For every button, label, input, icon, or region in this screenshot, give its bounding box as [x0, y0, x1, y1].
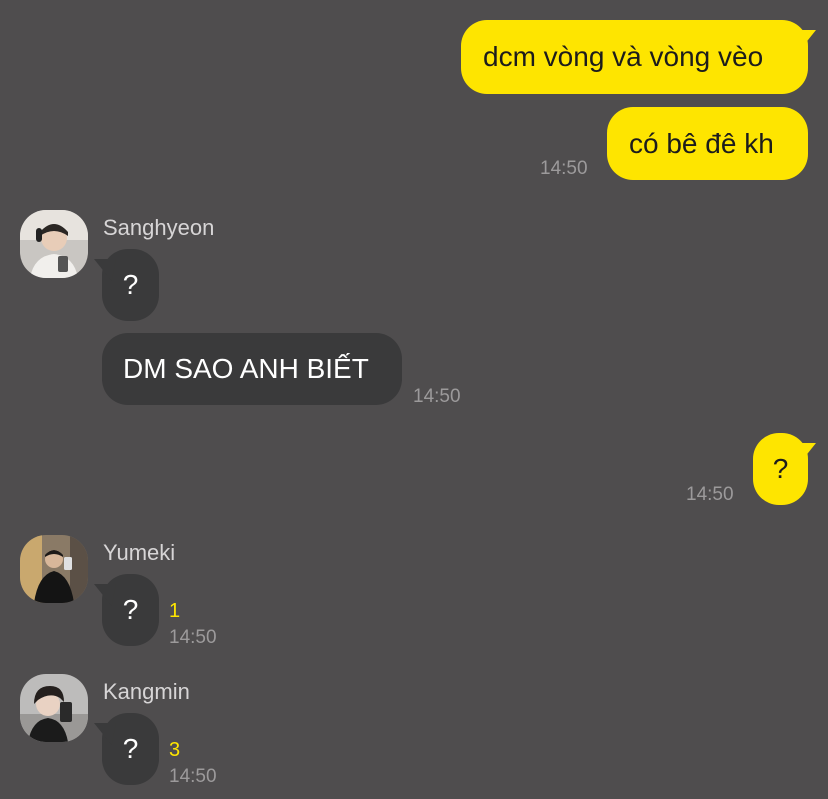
- sanghyeon-avatar[interactable]: [20, 210, 88, 278]
- message-text: ?: [122, 594, 139, 625]
- sender-name: Yumeki: [103, 540, 176, 565]
- message-timestamp: 14:50: [169, 627, 217, 648]
- message-timestamp: 14:50: [540, 158, 588, 179]
- message-text: có bê đê kh: [629, 127, 774, 159]
- unread-count: 1: [169, 600, 181, 622]
- message-text: ?: [772, 453, 789, 484]
- chat-thread[interactable]: dcm vòng và vòng vèo có bê đê kh 14:50 S…: [0, 0, 828, 799]
- message-text: dcm vòng và vòng vèo: [483, 41, 764, 72]
- incoming-message[interactable]: ?: [102, 249, 159, 321]
- sender-name: Sanghyeon: [103, 215, 215, 240]
- sender-name: Kangmin: [103, 679, 190, 704]
- incoming-message[interactable]: ?: [102, 574, 159, 646]
- kangmin-avatar[interactable]: [20, 674, 88, 742]
- message-timestamp: 14:50: [169, 766, 217, 787]
- profile-photo-icon: [20, 674, 88, 742]
- profile-photo-icon: [20, 210, 88, 278]
- message-text: DM SAO ANH BIẾT: [123, 353, 369, 384]
- incoming-message[interactable]: DM SAO ANH BIẾT: [102, 333, 402, 405]
- outgoing-message[interactable]: có bê đê kh: [607, 107, 808, 180]
- unread-count: 3: [169, 739, 181, 761]
- message-timestamp: 14:50: [413, 386, 461, 407]
- profile-photo-icon: [20, 535, 88, 603]
- outgoing-message[interactable]: ?: [753, 433, 808, 505]
- outgoing-message[interactable]: dcm vòng và vòng vèo: [461, 20, 808, 94]
- message-text: ?: [122, 733, 139, 764]
- message-timestamp: 14:50: [686, 484, 734, 505]
- message-text: ?: [122, 269, 139, 300]
- yumeki-avatar[interactable]: [20, 535, 88, 603]
- incoming-message[interactable]: ?: [102, 713, 159, 785]
